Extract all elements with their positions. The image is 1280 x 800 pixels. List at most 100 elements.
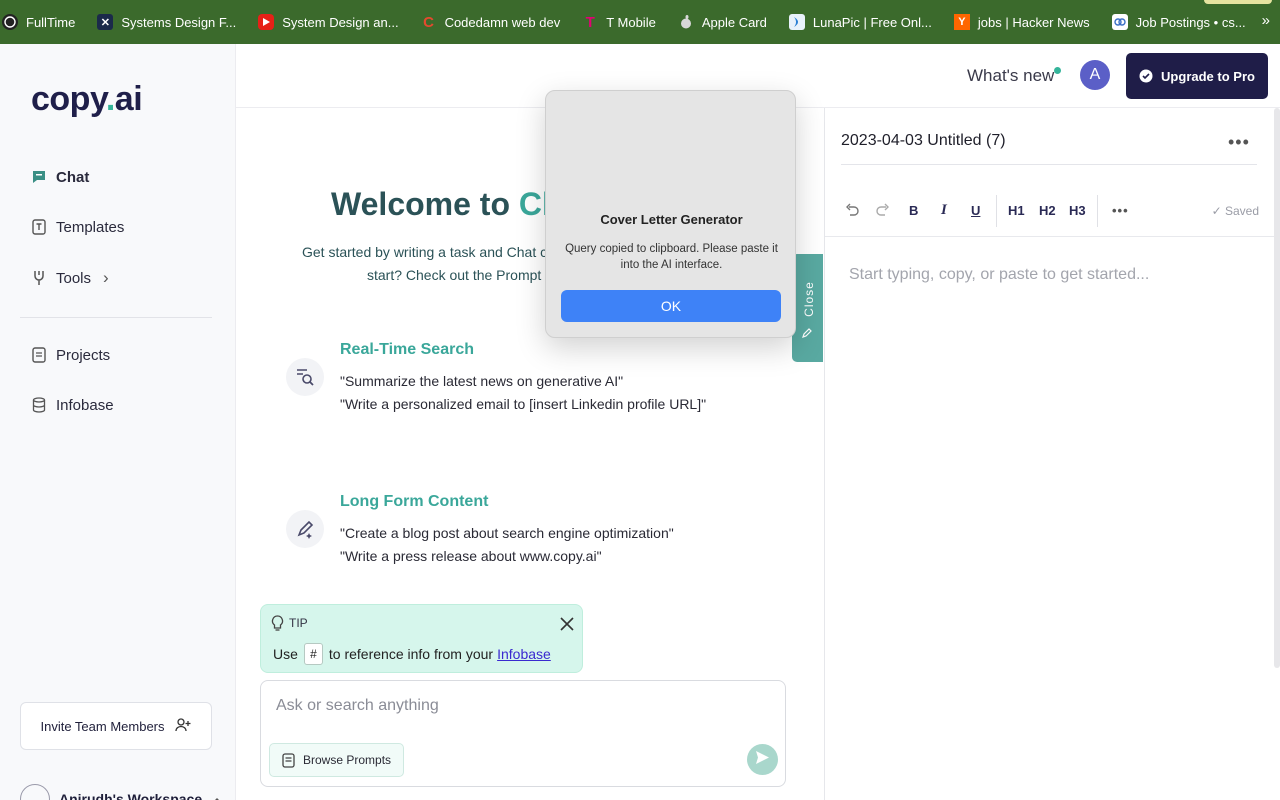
tmobile-icon: T	[585, 13, 595, 31]
heading-3-button[interactable]: H3	[1069, 203, 1086, 218]
checkmark-icon: ✓	[1211, 204, 1222, 218]
sidebar-item-chat[interactable]: Chat	[30, 168, 89, 186]
job-postings-icon	[1111, 14, 1128, 30]
bookmark-youtube[interactable]: System Design an...	[258, 14, 399, 30]
chat-icon	[30, 168, 48, 186]
lunapic-icon	[788, 14, 805, 30]
bookmark-label: Apple Card	[701, 14, 767, 30]
toolbar-divider	[825, 236, 1280, 237]
browse-prompts-label: Browse Prompts	[303, 753, 392, 767]
editor-panel: 2023-04-03 Untitled (7) ••• B I U H1 H2 …	[824, 108, 1280, 800]
close-editor-tab[interactable]: Close	[792, 254, 823, 362]
tip-banner: TIP Use # to reference info from your In…	[260, 604, 583, 673]
logo-text: copy	[31, 80, 106, 118]
tip-text-before: Use	[273, 646, 298, 662]
verified-badge-icon	[1139, 69, 1153, 83]
example-prompt[interactable]: "Write a personalized email to [insert L…	[340, 396, 706, 412]
workspace-avatar: ....	[20, 784, 50, 800]
editor-toolbar: B I U H1 H2 H3 ••• ✓ Saved	[825, 195, 1280, 231]
sidebar-item-infobase[interactable]: Infobase	[30, 396, 114, 414]
workspace-label: Anirudh's Workspace	[59, 791, 203, 800]
toolbar-separator	[996, 195, 997, 227]
chat-composer: Browse Prompts	[260, 680, 786, 787]
section-title-real-time-search: Real-Time Search	[340, 341, 474, 358]
bookmark-label: Codedamn web dev	[444, 14, 561, 30]
toolbar-separator	[1097, 195, 1098, 227]
copyai-logo[interactable]: copy.ai	[31, 80, 143, 119]
bookmark-systems-design[interactable]: ✕ Systems Design F...	[97, 14, 236, 30]
example-prompt[interactable]: "Summarize the latest news on generative…	[340, 373, 623, 389]
bookmark-hacker-news[interactable]: Y jobs | Hacker News	[953, 14, 1090, 30]
infobase-link[interactable]: Infobase	[497, 646, 551, 662]
pencil-sparkle-icon	[286, 510, 324, 548]
example-prompt[interactable]: "Write a press release about www.copy.ai…	[340, 548, 602, 564]
pencil-icon	[801, 326, 813, 344]
heading-1-button[interactable]: H1	[1008, 203, 1025, 218]
tools-icon	[30, 269, 48, 287]
user-avatar[interactable]: A	[1080, 60, 1110, 90]
saved-label: Saved	[1224, 204, 1259, 218]
intro-text-line-2: start? Check out the Prompt l	[367, 267, 549, 283]
tip-text: Use # to reference info from your Infoba…	[273, 643, 551, 665]
x-logo-icon: ✕	[97, 14, 114, 30]
sidebar-item-label: Infobase	[56, 396, 114, 414]
hash-key-badge: #	[303, 643, 323, 665]
projects-icon	[30, 346, 48, 364]
ok-button[interactable]: OK	[561, 290, 781, 322]
bookmark-lunapic[interactable]: LunaPic | Free Onl...	[788, 14, 932, 30]
browse-prompts-button[interactable]: Browse Prompts	[269, 743, 405, 777]
sidebar-item-label: Projects	[56, 346, 111, 364]
codedamn-icon: C	[423, 13, 434, 31]
toolbar-more-button[interactable]: •••	[1112, 203, 1129, 218]
logo-dot: .	[105, 80, 115, 118]
bookmark-label: jobs | Hacker News	[977, 14, 1090, 30]
sidebar-item-label: Chat	[56, 168, 90, 186]
undo-icon[interactable]	[845, 203, 859, 220]
sidebar: copy.ai Chat Templates Tools › Projects …	[0, 44, 236, 800]
dialog-message: Query copied to clipboard. Please paste …	[565, 243, 778, 271]
notification-dot-icon	[1054, 67, 1062, 74]
workspace-switcher[interactable]: .... Anirudh's Workspace	[20, 784, 222, 800]
bookmark-job-postings[interactable]: Job Postings • cs...	[1111, 14, 1246, 30]
bookmark-codedamn[interactable]: C Codedamn web dev	[421, 13, 561, 31]
welcome-heading: Welcome to Cha	[331, 186, 579, 223]
youtube-icon	[258, 14, 275, 30]
search-list-icon	[286, 358, 324, 396]
whats-new-link[interactable]: What's new	[967, 66, 1062, 86]
editor-content-area[interactable]: Start typing, copy, or paste to get star…	[849, 266, 1149, 284]
bookmark-label: Systems Design F...	[121, 14, 237, 30]
send-button[interactable]	[747, 744, 778, 775]
infobase-icon	[30, 396, 48, 414]
redo-icon[interactable]	[876, 203, 890, 220]
underline-button[interactable]: U	[971, 203, 980, 218]
bold-button[interactable]: B	[909, 203, 918, 218]
close-tab-label: Close	[802, 281, 816, 317]
heading-2-button[interactable]: H2	[1039, 203, 1056, 218]
bookmark-apple-card[interactable]: Apple Card	[678, 14, 767, 30]
bookmarks-more-button[interactable]: »	[1262, 12, 1270, 29]
document-more-options-button[interactable]: •••	[1228, 132, 1250, 153]
document-title[interactable]: 2023-04-03 Untitled (7)	[841, 132, 1006, 150]
bookmark-label: FullTime	[26, 14, 76, 30]
bookmark-fulltime[interactable]: FullTime	[2, 14, 75, 30]
title-divider	[841, 164, 1257, 165]
document-icon	[282, 752, 295, 768]
bookmark-tmobile[interactable]: T T Mobile	[582, 13, 656, 31]
invite-team-members-button[interactable]: Invite Team Members	[20, 702, 212, 750]
saved-status: ✓ Saved	[1212, 204, 1259, 218]
hackernews-icon: Y	[953, 14, 970, 30]
upgrade-to-pro-button[interactable]: Upgrade to Pro	[1126, 53, 1268, 99]
tip-close-button[interactable]	[558, 615, 576, 633]
sidebar-item-templates[interactable]: Templates	[30, 218, 124, 236]
italic-button[interactable]: I	[941, 202, 947, 219]
intro-text-line-1: Get started by writing a task and Chat c…	[302, 244, 555, 260]
sidebar-item-tools[interactable]: Tools ›	[30, 268, 109, 288]
lightbulb-icon	[271, 615, 284, 637]
github-icon	[2, 14, 18, 30]
dialog-title: Cover Letter Generator	[600, 212, 743, 227]
example-prompt[interactable]: "Create a blog post about search engine …	[340, 525, 674, 541]
sidebar-item-projects[interactable]: Projects	[30, 346, 110, 364]
chat-input[interactable]	[276, 693, 736, 719]
editor-scrollbar[interactable]	[1274, 108, 1280, 668]
sidebar-item-label: Templates	[56, 218, 125, 236]
